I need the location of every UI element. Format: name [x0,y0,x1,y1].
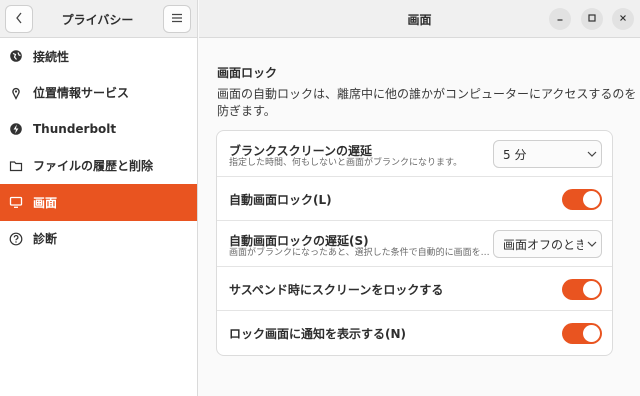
section-description: 画面の自動ロックは、離席中に他の誰かがコンピューターにアクセスするのを防ぎます。 [217,87,637,118]
header-bar: 画面 [199,0,640,38]
sidebar-item-screen[interactable]: 画面 [0,184,197,221]
location-pin-icon [9,86,23,100]
sidebar-item-label: 接続性 [33,49,70,64]
lock-screen-notifications-row: ロック画面に通知を表示する(N) [217,311,612,355]
minimize-button[interactable] [549,8,571,30]
lock-on-suspend-toggle[interactable] [562,279,602,300]
main-panel: 画面 画面ロック 画面の自動ロックは、離席中に他の誰かがコンピューターにアクセス… [199,0,640,396]
sidebar-item-connectivity[interactable]: 接続性 [0,38,197,75]
sidebar-item-label: 画面 [33,195,58,210]
blank-screen-delay-dropdown[interactable]: 5 分 [493,140,602,168]
lock-screen-notifications-toggle[interactable] [562,323,602,344]
page-title: 画面 [407,13,432,27]
close-icon [618,12,628,26]
sidebar-item-label: 診断 [33,232,58,247]
globe-icon [9,49,23,63]
auto-lock-delay-row: 自動画面ロックの遅延(S) 画面がブランクになったあと、選択した条件で自動的に画… [217,221,612,267]
toggle-knob [583,191,600,208]
row-subtitle: 指定した時間、何もしないと画面がブランクになります。 [229,158,463,168]
lock-on-suspend-row: サスペンド時にスクリーンをロックする [217,267,612,311]
settings-card: ブランクスクリーンの遅延 指定した時間、何もしないと画面がブランクになります。 … [216,130,613,356]
sidebar-header: プライバシー [0,0,197,38]
auto-screen-lock-row: 自動画面ロック(L) [217,177,612,221]
blank-screen-delay-row: ブランクスクリーンの遅延 指定した時間、何もしないと画面がブランクになります。 … [217,131,612,177]
help-circle-icon [9,232,23,246]
sidebar-item-label: 位置情報サービス [33,86,130,101]
maximize-button[interactable] [581,8,603,30]
sidebar-list: 接続性 位置情報サービス Thunderbolt ファイルの履歴と削除 画面 診… [0,38,197,257]
sidebar-title: プライバシー [61,13,134,27]
row-label: 自動画面ロック(L) [229,193,332,207]
maximize-icon [587,12,597,26]
dropdown-value: 画面オフのとき [503,237,583,252]
sidebar-item-label: Thunderbolt [33,122,117,137]
row-label: サスペンド時にスクリーンをロックする [229,283,444,297]
back-button[interactable] [5,5,33,33]
close-button[interactable] [612,8,634,30]
auto-lock-delay-dropdown[interactable]: 画面オフのとき [493,230,602,258]
sidebar-item-file-history[interactable]: ファイルの履歴と削除 [0,148,197,185]
sidebar-item-location[interactable]: 位置情報サービス [0,75,197,112]
dropdown-value: 5 分 [503,147,527,162]
sidebar-item-thunderbolt[interactable]: Thunderbolt [0,111,197,148]
monitor-icon [9,195,23,209]
sidebar-item-diagnostics[interactable]: 診断 [0,221,197,258]
toggle-knob [583,325,600,342]
toggle-knob [583,281,600,298]
auto-screen-lock-toggle[interactable] [562,189,602,210]
chevron-down-icon [583,241,601,247]
chevron-left-icon [14,12,24,27]
minimize-icon [555,12,565,26]
row-label: ロック画面に通知を表示する(N) [229,327,407,341]
thunderbolt-icon [9,122,23,136]
section-title: 画面ロック [217,66,278,80]
sidebar: プライバシー 接続性 位置情報サービス Thunderbolt ファイルの履歴と… [0,0,198,396]
hamburger-icon [171,12,183,26]
menu-button[interactable] [163,5,191,33]
chevron-down-icon [583,151,601,157]
row-subtitle: 画面がブランクになったあと、選択した条件で自動的に画面をロックします。 [229,248,494,258]
folder-icon [9,159,23,173]
sidebar-item-label: ファイルの履歴と削除 [33,159,154,174]
